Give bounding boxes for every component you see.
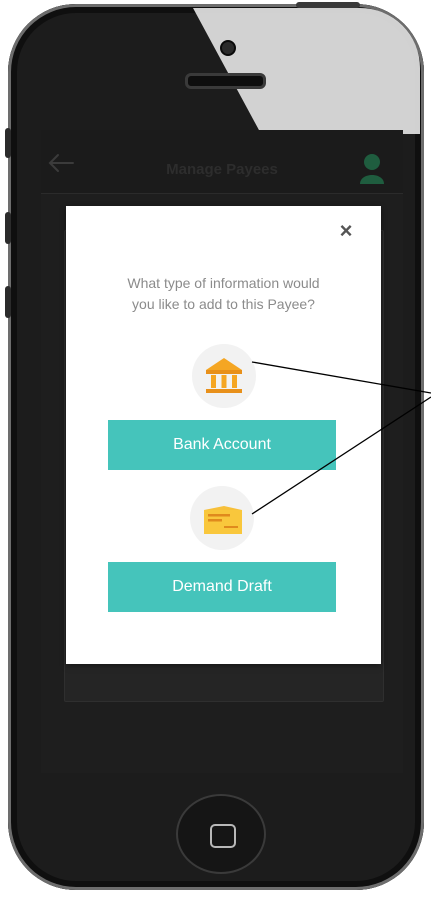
close-icon[interactable]: × [333,218,359,244]
home-button-icon [210,824,236,848]
front-camera [220,40,236,56]
home-button[interactable] [176,794,266,874]
app-bar: Manage Payees [41,130,403,194]
add-payee-type-dialog: × What type of information would you lik… [66,206,381,664]
user-avatar-icon[interactable] [359,152,385,184]
bank-account-button[interactable]: Bank Account [108,420,336,470]
question-line-1: What type of information would [127,275,320,291]
earpiece-speaker [185,73,266,89]
mute-switch [5,128,11,158]
volume-up-button [5,212,11,244]
power-button [296,2,360,8]
question-line-2: you like to add to this Payee? [132,296,315,312]
dialog-question: What type of information would you like … [66,273,381,315]
draft-icon [190,486,254,550]
bank-icon [192,344,256,408]
volume-down-button [5,286,11,318]
phone-gloss [193,8,420,134]
demand-draft-button[interactable]: Demand Draft [108,562,336,612]
page-title: Manage Payees [166,161,278,178]
